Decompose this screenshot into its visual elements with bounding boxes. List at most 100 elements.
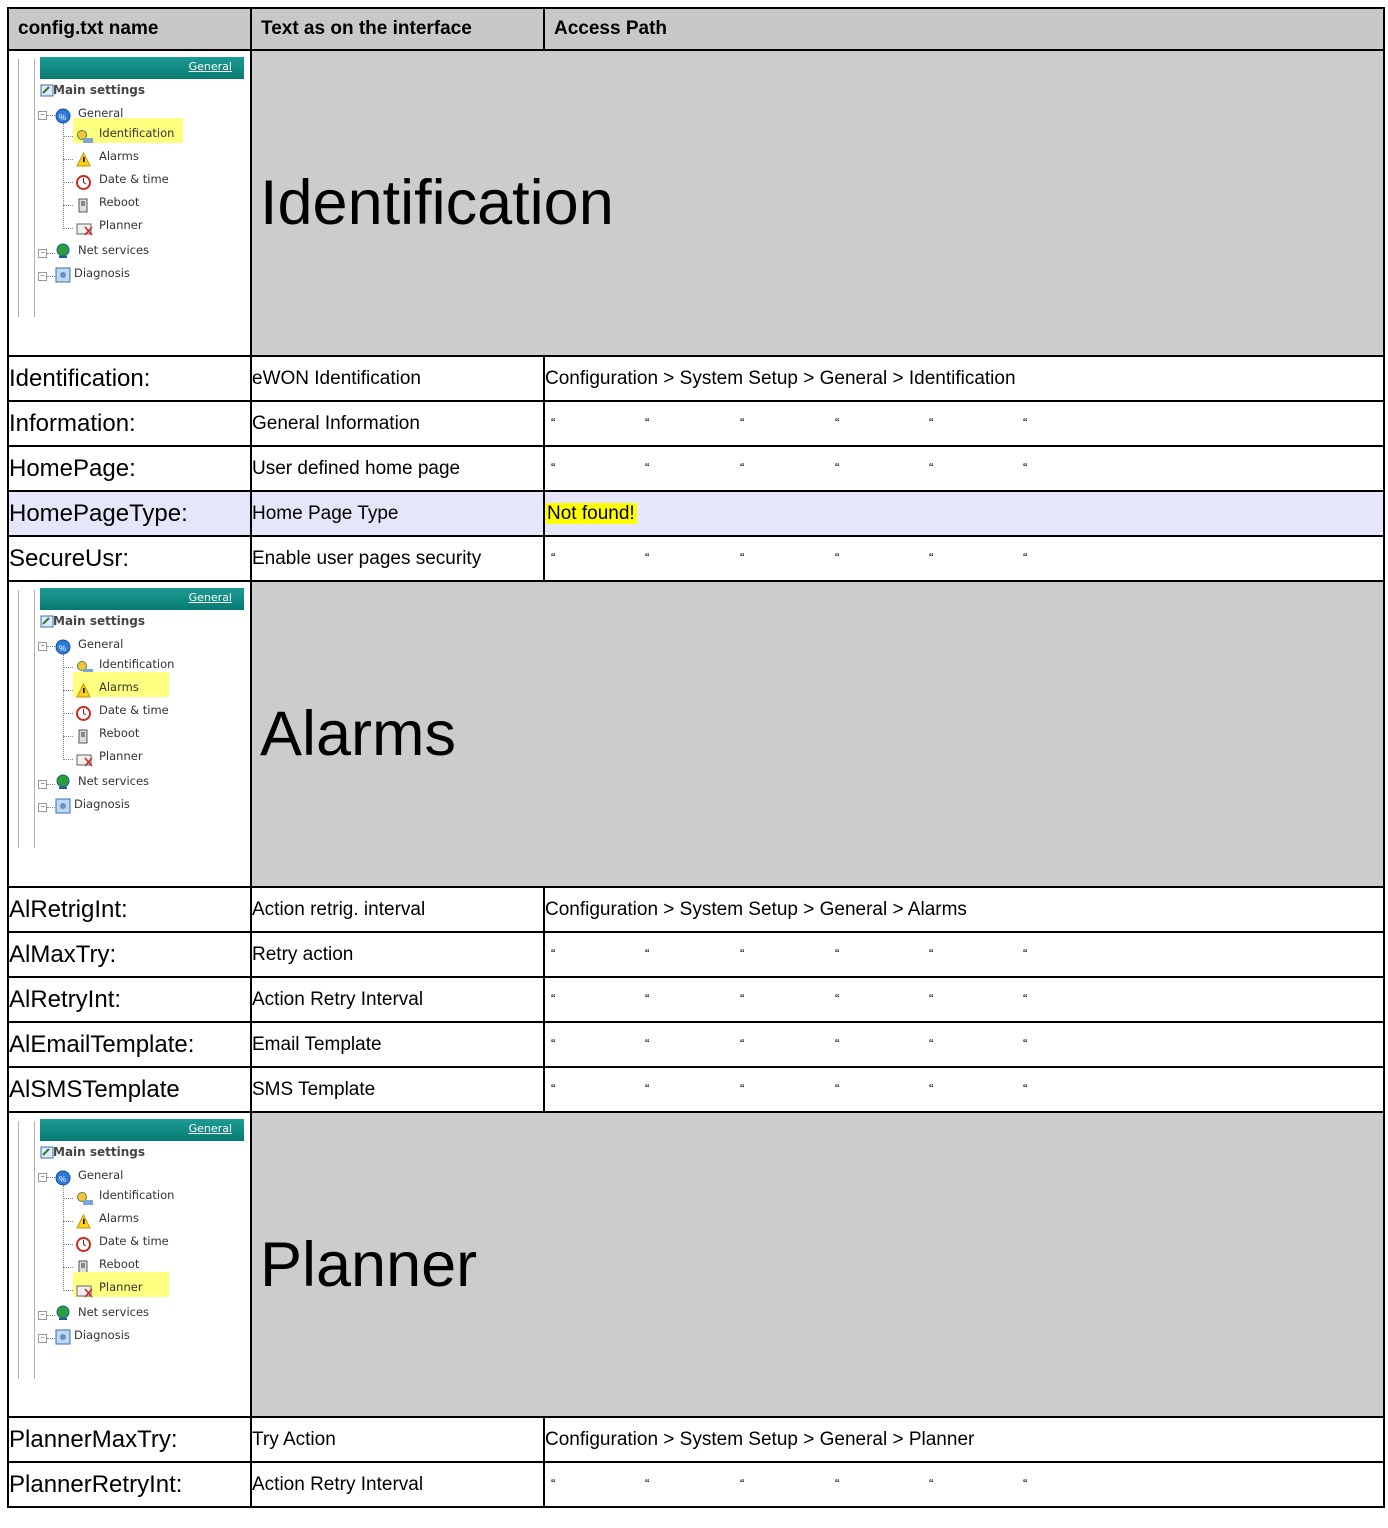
collapse-icon[interactable]: − [38,1173,47,1182]
tree-item-alarms[interactable]: Alarms [99,1211,139,1225]
ditto-mark: “ [1023,414,1028,430]
tree-connector [63,1185,64,1291]
general-link[interactable]: General [189,60,232,73]
tree-border-line [34,59,35,317]
tree-item-reboot[interactable]: Reboot [99,1257,139,1271]
ditto-mark: “ [1023,990,1028,1006]
collapse-icon[interactable]: − [38,803,47,812]
collapse-icon[interactable]: − [38,1334,47,1343]
interface-text-cell: SMS Template [250,1066,545,1113]
tree-item-planner[interactable]: Planner [99,218,143,232]
tree-item-identification[interactable]: Identification [99,657,174,671]
settings-tree-thumbnail: General Main settings −% General Identificat… [9,582,249,882]
tree-border-line [18,590,19,848]
collapse-icon[interactable]: − [38,1311,47,1320]
ditto-mark: “ [929,990,934,1006]
general-globe-icon: % [55,108,71,124]
collapse-icon[interactable]: − [38,642,47,651]
tree-connector [63,1267,73,1268]
clock-icon [76,706,91,721]
tree-item-main-settings[interactable]: Main settings [53,1145,145,1159]
tree-item-main-settings[interactable]: Main settings [53,614,145,628]
interface-text-cell: General Information [250,400,545,447]
tree-item-general[interactable]: General [78,637,123,651]
collapse-icon[interactable]: − [38,272,47,281]
tree-item-diagnosis[interactable]: Diagnosis [74,797,130,811]
section-thumbnail-cell: General Main settings −% General Identificat… [7,580,252,888]
tree-connector [63,713,73,714]
general-link[interactable]: General [189,591,232,604]
switch-icon [76,729,91,744]
tree-item-planner[interactable]: Planner [99,1280,143,1294]
tree-item-alarms[interactable]: Alarms [99,680,139,694]
tree-item-main-settings[interactable]: Main settings [53,83,145,97]
config-name-cell: AlRetryInt: [7,976,252,1023]
not-found-label: Not found! [545,502,637,524]
tree-item-identification[interactable]: Identification [99,126,174,140]
ditto-mark: “ [929,1080,934,1096]
table-row: PlannerMaxTry: Try Action Configuration > … [7,1416,1385,1463]
network-globe-icon [55,243,70,258]
tree-item-diagnosis[interactable]: Diagnosis [74,266,130,280]
config-name-cell: PlannerRetryInt: [7,1461,252,1508]
ditto-mark: “ [645,459,650,475]
ditto-mark: “ [551,1475,556,1491]
ditto-mark: “ [835,414,840,430]
settings-tree-thumbnail: General Main settings −% General Identificat… [9,51,249,351]
ditto-mark: “ [645,990,650,1006]
ditto-mark: “ [929,459,934,475]
tree-connector [47,276,55,277]
collapse-icon[interactable]: − [38,249,47,258]
tree-item-net-services[interactable]: Net services [78,1305,149,1319]
table-row: AlRetryInt: Action Retry Interval “ “ “ “ “ “ [7,976,1385,1023]
tree-connector [63,136,73,137]
section-thumbnail-cell: General Main settings −% General Identificat… [7,49,252,357]
tree-item-general[interactable]: General [78,1168,123,1182]
ditto-mark: “ [929,549,934,565]
tree-item-reboot[interactable]: Reboot [99,726,139,740]
header-config-name: config.txt name [7,7,252,51]
ditto-mark: “ [1023,1475,1028,1491]
tree-connector [47,253,55,254]
diagnosis-icon [55,1329,71,1345]
tree-item-identification[interactable]: Identification [99,1188,174,1202]
config-name-cell: AlSMSTemplate [7,1066,252,1113]
access-path-ditto-cell: “ “ “ “ “ “ [543,1066,1385,1113]
tree-connector [47,1338,55,1339]
section-title: Planner [260,1229,478,1300]
section-title: Identification [260,168,614,238]
tree-item-datetime[interactable]: Date & time [99,703,169,717]
table-row: AlRetrigInt: Action retrig. interval Confi… [7,886,1385,933]
interface-text-cell: Home Page Type [250,490,545,537]
section-thumbnail-cell: General Main settings −% General Identificat… [7,1111,252,1418]
tree-border-line [18,1121,19,1379]
tree-connector [63,182,73,183]
config-name-cell: AlEmailTemplate: [7,1021,252,1068]
planner-icon [76,1283,93,1298]
section-title-cell: Planner [250,1111,1385,1418]
interface-text-cell: Try Action [250,1416,545,1463]
ditto-mark: “ [551,990,556,1006]
access-path-ditto-cell: “ “ “ “ “ “ [543,976,1385,1023]
section-title-cell: Identification [250,49,1385,357]
general-link[interactable]: General [189,1122,232,1135]
ditto-mark: “ [645,1035,650,1051]
collapse-icon[interactable]: − [38,111,47,120]
tree-item-datetime[interactable]: Date & time [99,1234,169,1248]
config-name-cell: Identification: [7,355,252,402]
ditto-mark: “ [835,459,840,475]
tree-item-net-services[interactable]: Net services [78,774,149,788]
tree-item-datetime[interactable]: Date & time [99,172,169,186]
collapse-icon[interactable]: − [38,780,47,789]
ditto-mark: “ [1023,1035,1028,1051]
ditto-mark: “ [1023,945,1028,961]
tree-item-reboot[interactable]: Reboot [99,195,139,209]
tree-item-diagnosis[interactable]: Diagnosis [74,1328,130,1342]
tree-item-net-services[interactable]: Net services [78,243,149,257]
header-row: config.txt name Text as on the interface… [7,7,1385,51]
ditto-mark: “ [929,414,934,430]
tree-connector [47,807,55,808]
tree-item-alarms[interactable]: Alarms [99,149,139,163]
tree-item-planner[interactable]: Planner [99,749,143,763]
planner-icon [76,221,93,236]
